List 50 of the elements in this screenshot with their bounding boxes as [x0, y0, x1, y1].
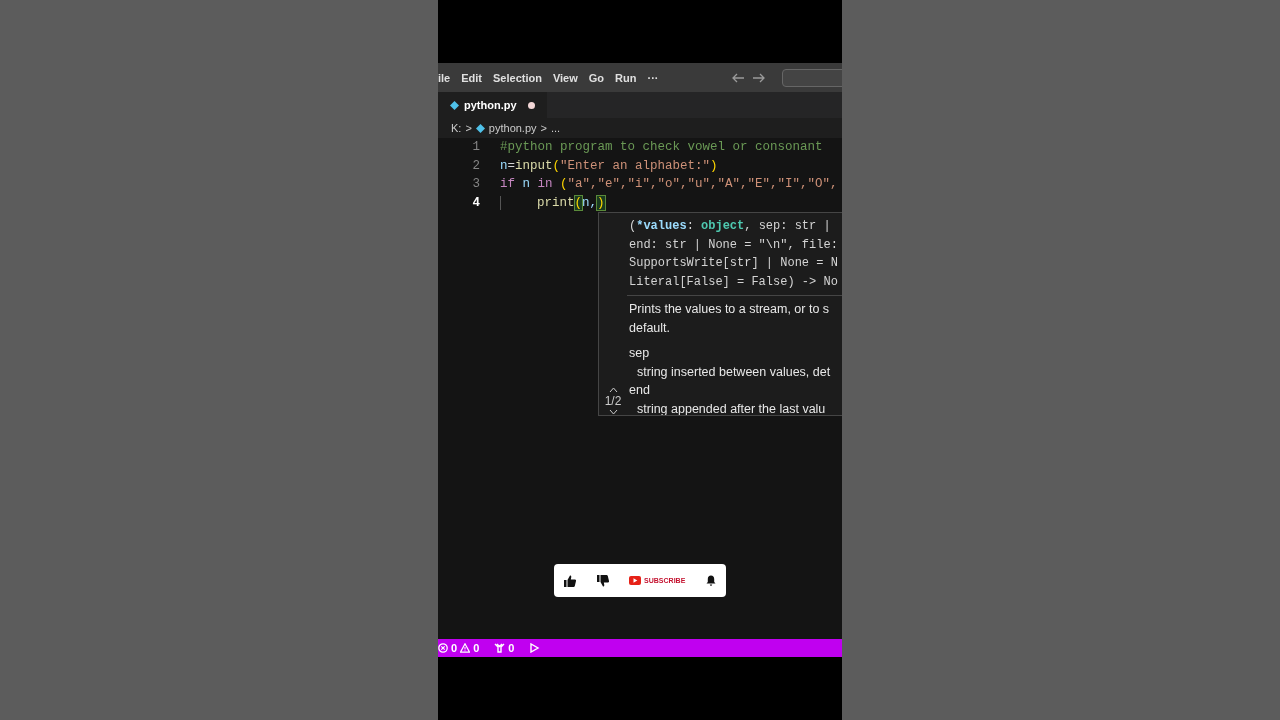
code-line: #python program to check vowel or consonant: [500, 140, 823, 155]
python-file-icon: [475, 123, 485, 133]
doc-text: string inserted between values, det: [636, 363, 832, 381]
signature-line: SupportsWrite[str] | None = N: [629, 255, 838, 272]
menu-item[interactable]: View: [552, 71, 578, 84]
doc-text: sep: [629, 345, 651, 362]
code-line: print(n,): [500, 195, 605, 210]
menu-item[interactable]: ile: [438, 71, 451, 84]
doc-text: default.: [629, 319, 671, 337]
play-debug-icon[interactable]: [529, 643, 541, 653]
menu-item[interactable]: Run: [615, 71, 637, 84]
page-counter: 1/2: [604, 394, 622, 408]
line-number: 4: [471, 195, 480, 210]
line-number: 2: [471, 158, 480, 173]
python-file-icon: [450, 100, 459, 110]
editor-tab[interactable]: python.py: [438, 92, 547, 118]
bell-icon[interactable]: [705, 575, 716, 586]
thumbs-down-icon[interactable]: [596, 574, 609, 587]
menu-item[interactable]: ···: [647, 71, 659, 84]
breadcrumb-item[interactable]: >: [540, 122, 547, 134]
menu-item[interactable]: Go: [588, 71, 605, 84]
menu-item[interactable]: Selection: [493, 71, 542, 84]
forward-arrow-icon[interactable]: [752, 72, 767, 83]
up-chevron-icon[interactable]: [608, 387, 618, 393]
signature-line: end: str | None = "\n", file:: [629, 236, 838, 254]
warning-icon[interactable]: [460, 643, 471, 653]
code-line: if n in ("a","e","i","o","u","A","E","I","O",: [500, 177, 838, 192]
breadcrumb-item[interactable]: ...: [551, 122, 561, 134]
signature-line: (*values: object, sep: str |: [629, 218, 831, 235]
search-field[interactable]: [782, 68, 842, 87]
line-number: 1: [471, 140, 480, 155]
breadcrumb-item[interactable]: K:: [451, 122, 462, 134]
breadcrumb-item[interactable]: >: [465, 122, 472, 134]
doc-text: Prints the values to a stream, or to s: [629, 301, 831, 318]
error-count[interactable]: 0: [451, 642, 458, 654]
ports-count[interactable]: 0: [508, 642, 515, 654]
down-chevron-icon[interactable]: [608, 409, 618, 415]
signature-line: Literal[False] = False) -> No: [629, 273, 838, 291]
doc-text: string appended after the last valu: [636, 400, 827, 415]
code-line: n=input("Enter an alphabet:"): [500, 158, 718, 173]
back-arrow-icon[interactable]: [731, 72, 746, 83]
doc-text: end: [629, 382, 651, 399]
breadcrumb-item[interactable]: python.py: [488, 122, 537, 134]
thumbs-up-icon[interactable]: [564, 574, 577, 587]
warning-count[interactable]: 0: [473, 642, 480, 654]
menu-item[interactable]: Edit: [461, 71, 482, 84]
play-logo-icon: [629, 576, 642, 585]
antenna-icon[interactable]: [494, 643, 506, 653]
line-number: 3: [471, 177, 480, 192]
error-icon[interactable]: [438, 643, 448, 653]
